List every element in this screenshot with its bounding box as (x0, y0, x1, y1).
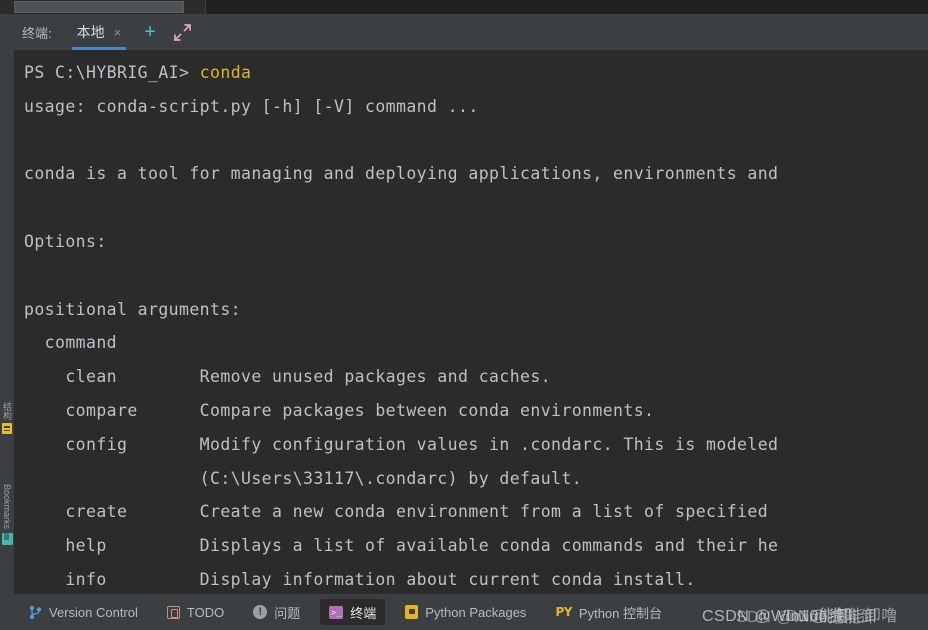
terminal-text-token: config Modify configuration values in .c… (24, 434, 779, 454)
plus-icon[interactable]: + (144, 22, 156, 42)
todo-icon (166, 605, 180, 619)
terminal-text-token: positional arguments: (24, 299, 242, 319)
status-label: Version Control (49, 604, 138, 620)
terminal-text-token: conda is a tool for managing and deployi… (24, 164, 779, 184)
expand-icon[interactable] (174, 23, 192, 41)
terminal-line: PS C:\HYBRIG_AI> conda (24, 56, 928, 90)
terminal-line: info Display information about current c… (24, 563, 928, 594)
top-bar-field[interactable] (14, 1, 184, 13)
terminal-text-token: Options: (24, 231, 107, 251)
status-item-terminal[interactable]: >_ 终端 (320, 599, 386, 625)
status-label: 终端 (350, 605, 377, 621)
terminal-line: positional arguments: (24, 293, 928, 327)
terminal-line: compare Compare packages between conda e… (24, 394, 928, 428)
status-item-python-console[interactable]: PY Python 控制台 (546, 599, 671, 625)
bookmarks-label: Bookmarks (2, 484, 12, 530)
terminal-line: usage: conda-script.py [-h] [-V] command… (24, 90, 928, 124)
terminal-text-token: (C:\Users\33117\.condarc) by default. (24, 468, 583, 488)
structure-label: 结构 (2, 402, 12, 420)
status-item-version-control[interactable]: Version Control (20, 599, 147, 625)
left-tool-rail: 结构 Bookmarks (0, 14, 14, 594)
sidebar-item-bookmarks[interactable]: Bookmarks (0, 484, 14, 546)
terminal-tab-label: 本地 (76, 24, 105, 40)
structure-icon (2, 423, 12, 434)
terminal-text-token: command (24, 333, 118, 353)
top-navigation-bar (0, 0, 928, 14)
terminal-header: 终端: 本地 × + (14, 14, 928, 50)
status-bar: Version Control TODO ! 问题 >_ 终端 Python P… (0, 594, 928, 630)
terminal-text-token: info Display information about current c… (24, 569, 696, 589)
close-icon[interactable]: × (114, 26, 122, 39)
terminal-line: help Displays a list of available conda … (24, 529, 928, 563)
bookmarks-icon (1, 533, 13, 546)
terminal-line: conda is a tool for managing and deployi… (24, 157, 928, 191)
terminal-tab-local[interactable]: 本地 × (68, 14, 131, 50)
status-label: 问题 (274, 605, 301, 621)
terminal-text-token: clean Remove unused packages and caches. (24, 367, 552, 387)
branch-icon (29, 605, 42, 620)
terminal-line: (C:\Users\33117\.condarc) by default. (24, 462, 928, 496)
python-packages-icon (405, 605, 419, 619)
terminal-text-token: usage: conda-script.py [-h] [-V] command… (24, 96, 479, 116)
terminal-line: Options: (24, 225, 928, 259)
terminal-text-token: help Displays a list of available conda … (24, 536, 779, 556)
terminal-text-token: compare Compare packages between conda e… (24, 400, 655, 420)
python-console-icon: PY (555, 605, 572, 619)
terminal-text-token: create Create a new conda environment fr… (24, 502, 769, 522)
terminal-line-list: PS C:\HYBRIG_AI> conda usage: conda-scrip… (24, 56, 928, 594)
terminal-command-token: conda (199, 63, 252, 82)
sidebar-item-structure[interactable]: 结构 (0, 402, 14, 434)
terminal-tool-window: 终端: 本地 × + PS C:\HYBRIG_AI> conda usage: … (14, 14, 928, 594)
top-bar-right-region (206, 0, 928, 14)
terminal-text-token: PS C:\HYBRIG_AI> (24, 63, 200, 82)
status-item-todo[interactable]: TODO (158, 599, 233, 625)
status-item-python-packages[interactable]: Python Packages (396, 599, 535, 625)
ide-window: 结构 Bookmarks 终端: 本地 × + PS C:\HYBRIG_AI>… (0, 0, 928, 630)
status-item-problems[interactable]: ! 问题 (244, 599, 309, 625)
terminal-line: clean Remove unused packages and caches. (24, 360, 928, 394)
status-label: Python Packages (425, 604, 527, 620)
terminal-icon: >_ (329, 605, 344, 619)
status-label: TODO (186, 604, 225, 620)
top-bar-divider (205, 0, 206, 14)
terminal-output[interactable]: PS C:\HYBRIG_AI> conda usage: conda-scrip… (14, 50, 928, 594)
terminal-line: config Modify configuration values in .c… (24, 428, 928, 462)
terminal-line: create Create a new conda environment fr… (24, 495, 928, 529)
terminal-line: command (24, 326, 928, 360)
terminal-title-label: 终端: (22, 25, 52, 41)
status-label: Python 控制台 (578, 605, 663, 621)
problem-icon: ! (253, 605, 268, 619)
